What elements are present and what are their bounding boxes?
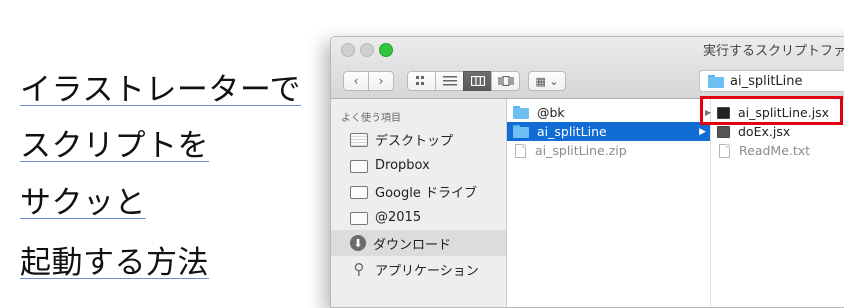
list-item-ai-splitline-zip[interactable]: ai_splitLine.zip	[507, 141, 710, 160]
sidebar: よく使う項目 デスクトップ Dropbox Google ドライブ @2015 …	[331, 99, 507, 307]
list-item-label: doEx.jsx	[738, 124, 791, 139]
chevron-right-icon: ›	[378, 74, 384, 88]
finder-window: 実行するスクリプトファ ‹ › ▦ ⌄ ai_splitLine よく使う項目 …	[330, 36, 844, 308]
folder-icon	[708, 74, 724, 88]
headline-line-2: スクリプトを	[20, 128, 209, 164]
zoom-button[interactable]	[379, 43, 393, 57]
highlight-box	[700, 96, 843, 125]
sidebar-item-google-drive[interactable]: Google ドライブ	[331, 178, 506, 204]
download-icon: ⬇	[350, 235, 366, 251]
sidebar-item-downloads[interactable]: ⬇ ダウンロード	[331, 230, 506, 256]
titlebar: 実行するスクリプトファ ‹ › ▦ ⌄ ai_splitLine	[331, 37, 844, 99]
disclosure-arrow-icon: ▶	[699, 126, 706, 137]
browser-column-2: ▶ ai_splitLine.jsx doEx.jsx ReadMe.txt	[705, 99, 844, 307]
list-item-label: ai_splitLine	[537, 124, 607, 139]
sidebar-item-2015[interactable]: @2015	[331, 204, 506, 230]
folder-icon	[350, 159, 368, 173]
sidebar-item-label: デスクトップ	[375, 133, 454, 149]
browser-column-1: @bk ai_splitLine ▶ ai_splitLine.zip	[507, 99, 711, 307]
folder-icon	[350, 185, 368, 199]
path-popup[interactable]: ai_splitLine	[699, 70, 844, 92]
sidebar-item-label: ダウンロード	[373, 237, 452, 253]
icon-view-icon	[415, 76, 424, 85]
applications-icon: ⚲	[353, 260, 365, 278]
list-item-label: ReadMe.txt	[739, 143, 811, 158]
view-mode-segment	[407, 71, 520, 91]
back-button[interactable]: ‹	[343, 71, 369, 91]
sidebar-item-label: アプリケーション	[375, 263, 479, 279]
close-button[interactable]	[341, 43, 355, 57]
folder-icon	[513, 106, 529, 119]
coverflow-view-button[interactable]	[491, 71, 520, 91]
sidebar-item-label: @2015	[375, 209, 422, 225]
text-file-icon	[719, 143, 730, 158]
arrange-icon: ▦ ⌄	[535, 74, 559, 88]
column-view-button[interactable]	[463, 71, 492, 91]
folder-icon	[513, 125, 529, 138]
list-item-bk[interactable]: @bk	[507, 103, 710, 122]
sidebar-heading: よく使う項目	[341, 113, 401, 124]
column-view-icon	[470, 76, 485, 86]
headline-line-3: サクッと	[20, 185, 146, 221]
zip-file-icon	[515, 143, 526, 158]
list-view-icon	[442, 76, 457, 86]
sidebar-item-desktop[interactable]: デスクトップ	[331, 126, 506, 152]
arrange-button[interactable]: ▦ ⌄	[528, 71, 566, 91]
list-item-label: ai_splitLine.zip	[535, 143, 627, 158]
sidebar-item-applications[interactable]: ⚲ アプリケーション	[331, 256, 506, 282]
path-label: ai_splitLine	[730, 73, 803, 89]
minimize-button[interactable]	[360, 43, 374, 57]
coverflow-view-icon	[497, 76, 514, 86]
list-item-label: @bk	[537, 105, 565, 120]
headline-line-4: 起動する方法	[20, 245, 209, 281]
list-item-ai-splitline[interactable]: ai_splitLine ▶	[507, 122, 710, 141]
chevron-left-icon: ‹	[353, 74, 359, 88]
forward-button[interactable]: ›	[368, 71, 394, 91]
sidebar-item-dropbox[interactable]: Dropbox	[331, 152, 506, 178]
window-title: 実行するスクリプトファ	[703, 44, 844, 59]
script-file-icon	[717, 125, 730, 138]
folder-icon	[350, 211, 368, 225]
icon-view-button[interactable]	[407, 71, 436, 91]
desktop-icon	[350, 132, 368, 147]
sidebar-item-label: Google ドライブ	[375, 185, 477, 201]
list-item-readme-txt[interactable]: ReadMe.txt	[711, 141, 844, 160]
headline-line-1: イラストレーターで	[20, 72, 302, 108]
sidebar-item-label: Dropbox	[375, 157, 430, 173]
list-view-button[interactable]	[435, 71, 464, 91]
